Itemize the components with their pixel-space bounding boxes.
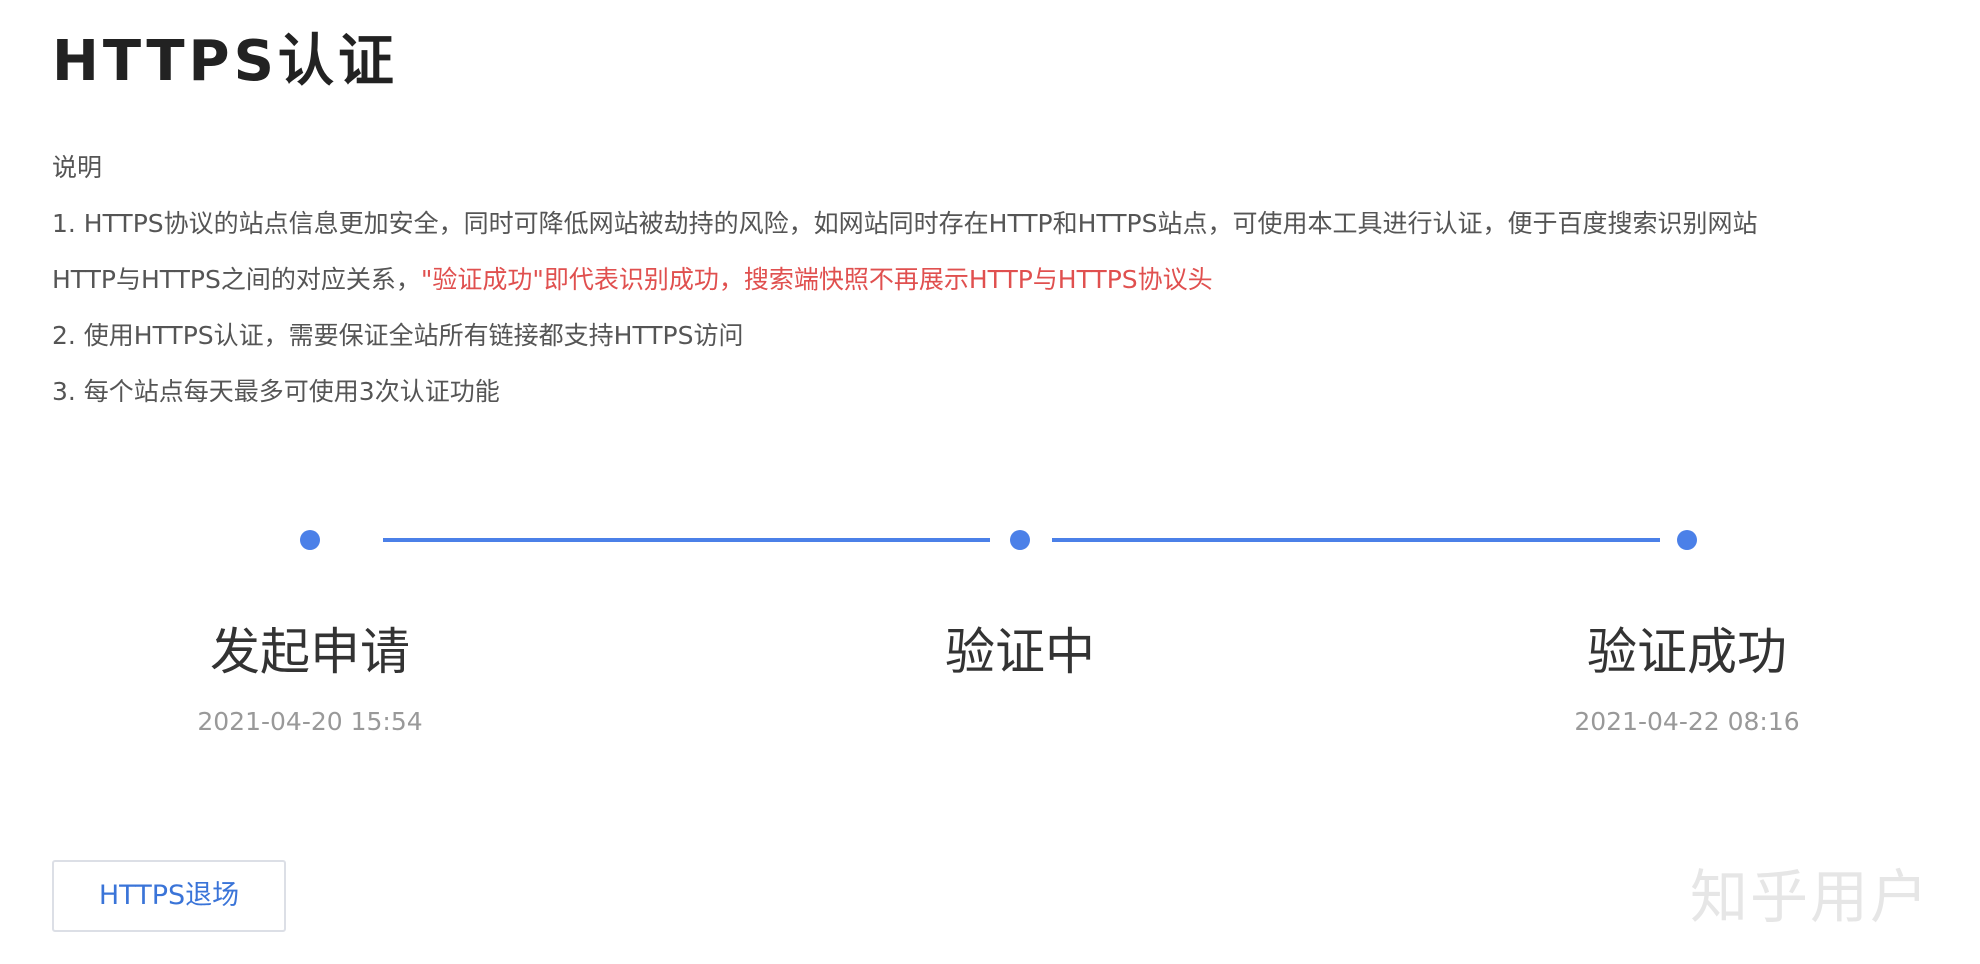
description-success-note: "验证成功"即代表识别成功，搜索端快照不再展示HTTP与HTTPS协议头 [420,265,1213,294]
step-1-dot [300,530,320,550]
description-item-1-line-1: 1. HTTPS协议的站点信息更加安全，同时可降低网站被劫持的风险，如网站同时存… [52,209,1758,238]
zhihu-watermark: 知乎用户 [1690,863,1931,931]
description-heading: 说明 [52,153,103,182]
progress-steps: 发起申请 2021-04-20 15:54 验证中 验证成功 2021-04-2… [0,530,1980,750]
step-1-time: 2021-04-20 15:54 [197,707,423,736]
step-connector-1 [383,538,990,542]
description-item-3: 3. 每个站点每天最多可使用3次认证功能 [52,377,500,406]
step-2-dot [1010,530,1030,550]
description-block: 说明 1. HTTPS协议的站点信息更加安全，同时可降低网站被劫持的风险，如网站… [52,140,1962,420]
step-3-label: 验证成功 [1587,623,1787,681]
https-verification-page: HTTPS认证 说明 1. HTTPS协议的站点信息更加安全，同时可降低网站被劫… [0,0,1980,964]
step-3-dot [1677,530,1697,550]
step-3-time: 2021-04-22 08:16 [1574,707,1800,736]
https-exit-button[interactable]: HTTPS退场 [52,860,286,932]
description-item-2: 2. 使用HTTPS认证，需要保证全站所有链接都支持HTTPS访问 [52,321,744,350]
description-item-1-line-2: HTTP与HTTPS之间的对应关系，"验证成功"即代表识别成功，搜索端快照不再展… [52,252,1962,308]
step-2-label: 验证中 [945,623,1095,681]
step-1-label: 发起申请 [210,623,410,681]
step-connector-2 [1052,538,1660,542]
page-title: HTTPS认证 [52,29,398,94]
description-item-1-line-2-text: HTTP与HTTPS之间的对应关系， [52,265,421,294]
